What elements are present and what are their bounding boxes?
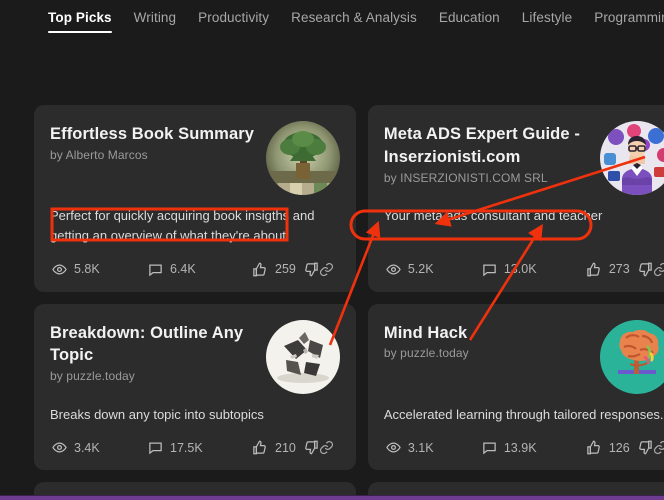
tab-programming[interactable]: Programming bbox=[594, 0, 664, 33]
comments-count: 6.4K bbox=[170, 262, 196, 276]
thumbs-down-icon[interactable] bbox=[638, 262, 653, 277]
tab-writing[interactable]: Writing bbox=[134, 0, 176, 33]
eye-icon bbox=[386, 440, 401, 455]
views-stat: 5.2K bbox=[386, 262, 482, 277]
tab-productivity[interactable]: Productivity bbox=[198, 0, 269, 33]
card-author: by puzzle.today bbox=[50, 369, 135, 384]
votes-group: 210 bbox=[252, 440, 319, 455]
card-header: Breakdown: Outline Any Topic by puzzle.t… bbox=[50, 319, 340, 394]
thumbs-down-icon[interactable] bbox=[304, 262, 319, 277]
tab-lifestyle[interactable]: Lifestyle bbox=[522, 0, 572, 33]
tab-research-analysis[interactable]: Research & Analysis bbox=[291, 0, 417, 33]
upvote-count: 259 bbox=[275, 262, 296, 276]
card-title: Meta ADS Expert Guide - Inserzionisti.co… bbox=[383, 125, 580, 166]
bottom-accent-bar bbox=[0, 495, 664, 500]
comments-stat: 13.0K bbox=[482, 262, 586, 277]
link-icon[interactable] bbox=[653, 262, 664, 277]
gpt-card[interactable]: Breakdown: Outline Any Topic by puzzle.t… bbox=[34, 303, 356, 471]
upvote-count: 273 bbox=[608, 262, 630, 276]
comment-bubble-icon bbox=[482, 440, 497, 455]
thumbs-up-icon[interactable] bbox=[586, 440, 601, 455]
category-tabs: Top Picks Writing Productivity Research … bbox=[0, 0, 664, 38]
card-header: Meta ADS Expert Guide - Inserzionisti.co… bbox=[384, 121, 664, 195]
eye-icon bbox=[386, 262, 401, 277]
brain-avatar bbox=[599, 319, 664, 394]
views-count: 5.8K bbox=[74, 262, 100, 276]
comments-stat: 13.9K bbox=[482, 440, 586, 455]
comments-count: 13.9K bbox=[503, 440, 537, 455]
upvote-count: 126 bbox=[608, 440, 630, 455]
card-author: by Alberto Marcos bbox=[50, 147, 148, 162]
card-description: Accelerated learning through tailored re… bbox=[383, 406, 664, 422]
card-stats-row: 5.2K 13.0K 273 bbox=[384, 258, 664, 279]
link-icon[interactable] bbox=[319, 262, 334, 277]
views-stat: 5.8K bbox=[52, 262, 148, 277]
eye-icon bbox=[52, 262, 67, 277]
link-icon[interactable] bbox=[653, 440, 664, 455]
thumbs-up-icon[interactable] bbox=[586, 262, 601, 277]
card-author: by puzzle.today bbox=[383, 346, 469, 361]
card-grid: Effortless Book Summary by Alberto Marco… bbox=[34, 0, 664, 500]
card-author: by INSERZIONISTI.COM SRL bbox=[383, 170, 548, 185]
votes-group: 126 bbox=[586, 440, 653, 455]
app-root: Effortless Book Summary by Alberto Marco… bbox=[0, 0, 664, 500]
card-title-block: Effortless Book Summary by Alberto Marco… bbox=[50, 121, 258, 162]
comments-count: 17.5K bbox=[170, 440, 203, 455]
votes-group: 259 bbox=[252, 262, 319, 277]
card-stats-row: 5.8K 6.4K 259 bbox=[50, 258, 340, 279]
card-title: Effortless Book Summary bbox=[50, 125, 255, 143]
tab-education[interactable]: Education bbox=[439, 0, 500, 33]
tab-top-picks[interactable]: Top Picks bbox=[48, 0, 112, 33]
gpt-card[interactable]: Effortless Book Summary by Alberto Marco… bbox=[34, 105, 356, 292]
thumbs-up-icon[interactable] bbox=[252, 440, 267, 455]
card-title: Mind Hack bbox=[383, 323, 468, 342]
card-header: Effortless Book Summary by Alberto Marco… bbox=[50, 121, 340, 195]
card-stats-row: 3.1K 13.9K 126 bbox=[384, 436, 664, 457]
marketing-expert-avatar bbox=[599, 121, 664, 195]
views-count: 3.4K bbox=[74, 440, 100, 455]
views-stat: 3.4K bbox=[52, 440, 148, 455]
thumbs-down-icon[interactable] bbox=[304, 440, 319, 455]
thumbs-down-icon[interactable] bbox=[638, 440, 653, 455]
comments-count: 13.0K bbox=[503, 262, 537, 276]
card-title-block: Breakdown: Outline Any Topic by puzzle.t… bbox=[50, 320, 258, 384]
link-icon[interactable] bbox=[319, 440, 334, 455]
broken-stone-avatar bbox=[265, 319, 340, 394]
card-header: Mind Hack by puzzle.today bbox=[384, 319, 664, 394]
card-title-block: Meta ADS Expert Guide - Inserzionisti.co… bbox=[384, 121, 592, 185]
comment-bubble-icon bbox=[148, 262, 163, 277]
card-description: Breaks down any topic into subtopics bbox=[50, 406, 264, 422]
views-stat: 3.1K bbox=[386, 440, 482, 455]
card-grid-scroll-area[interactable]: Effortless Book Summary by Alberto Marco… bbox=[0, 0, 664, 500]
card-description: Your meta ads consultant and teacher bbox=[383, 208, 603, 223]
comments-stat: 6.4K bbox=[148, 262, 252, 277]
card-title-block: Mind Hack by puzzle.today bbox=[384, 320, 592, 361]
thumbs-up-icon[interactable] bbox=[252, 262, 267, 277]
upvote-count: 210 bbox=[275, 440, 296, 455]
comment-bubble-icon bbox=[148, 440, 163, 455]
views-count: 3.1K bbox=[407, 440, 434, 455]
comment-bubble-icon bbox=[482, 262, 497, 277]
card-description: Perfect for quickly acquiring book insig… bbox=[50, 208, 315, 243]
votes-group: 273 bbox=[586, 262, 653, 277]
card-title: Breakdown: Outline Any Topic bbox=[50, 323, 244, 365]
views-count: 5.2K bbox=[407, 262, 434, 276]
card-stats-row: 3.4K 17.5K 210 bbox=[50, 436, 340, 457]
tree-library-avatar bbox=[265, 121, 340, 195]
eye-icon bbox=[52, 440, 67, 455]
gpt-card[interactable]: Meta ADS Expert Guide - Inserzionisti.co… bbox=[367, 105, 664, 292]
gpt-card[interactable]: Mind Hack by puzzle.today Accelerated le… bbox=[367, 303, 664, 471]
comments-stat: 17.5K bbox=[148, 440, 252, 455]
